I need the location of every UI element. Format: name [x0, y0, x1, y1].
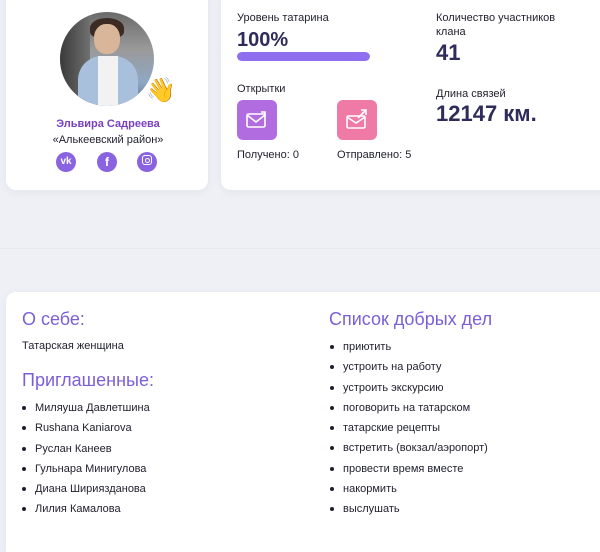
- about-text: Татарская женщина: [22, 340, 124, 352]
- good-deed-item: выслушать: [330, 499, 488, 519]
- received-mail-icon[interactable]: [237, 100, 277, 140]
- good-deeds-title: Список добрых дел: [329, 309, 493, 329]
- invited-item[interactable]: Лилия Камалова: [22, 499, 150, 519]
- good-deed-item: устроить экскурсию: [330, 378, 488, 398]
- link-length-value: 12147 км.: [436, 101, 537, 126]
- invited-item[interactable]: Гульнара Минигулова: [22, 459, 150, 479]
- good-deed-item: провести время вместе: [330, 459, 488, 479]
- good-deed-item: татарские рецепты: [330, 418, 488, 438]
- invited-title: Приглашенные:: [22, 370, 154, 390]
- avatar: [60, 12, 154, 106]
- instagram-icon[interactable]: [137, 152, 157, 172]
- invited-list: Миляуша Давлетшина Rushana Kaniarova Рус…: [22, 398, 150, 520]
- invited-item[interactable]: Руслан Канеев: [22, 439, 150, 459]
- invited-item[interactable]: Rushana Kaniarova: [22, 418, 150, 438]
- level-value: 100%: [237, 29, 289, 51]
- level-label: Уровень татарина: [237, 12, 329, 24]
- good-deed-item: устроить на работу: [330, 357, 488, 377]
- invited-item[interactable]: Диана Ширияздaнова: [22, 479, 150, 499]
- link-length-label: Длина связей: [436, 88, 506, 100]
- received-count: Получено: 0: [237, 149, 299, 161]
- good-deed-item: поговорить на татарском: [330, 398, 488, 418]
- clan-members-label: Количество участников клана: [436, 12, 556, 38]
- sent-count: Отправлено: 5: [337, 149, 412, 161]
- clan-members-value: 41: [436, 40, 461, 65]
- good-deed-item: встретить (вокзал/аэропорт): [330, 438, 488, 458]
- avatar-photo: [60, 12, 154, 106]
- level-progress-fill: [237, 52, 370, 61]
- invited-item[interactable]: Миляуша Давлетшина: [22, 398, 150, 418]
- section-divider: [0, 248, 600, 249]
- sent-mail-icon[interactable]: [337, 100, 377, 140]
- level-progress-bar: [237, 52, 370, 61]
- vk-icon[interactable]: vk: [56, 152, 76, 172]
- about-title: О себе:: [22, 309, 85, 329]
- good-deeds-list: приютить устроить на работу устроить экс…: [330, 337, 488, 520]
- good-deed-item: накормить: [330, 479, 488, 499]
- facebook-icon[interactable]: f: [97, 152, 117, 172]
- profile-name: Эльвира Садреева: [56, 118, 160, 130]
- postcards-label: Открытки: [237, 83, 286, 95]
- profile-district: «Алькеевский район»: [52, 134, 164, 146]
- good-deed-item: приютить: [330, 337, 488, 357]
- waving-hand-icon: 👋: [146, 76, 176, 104]
